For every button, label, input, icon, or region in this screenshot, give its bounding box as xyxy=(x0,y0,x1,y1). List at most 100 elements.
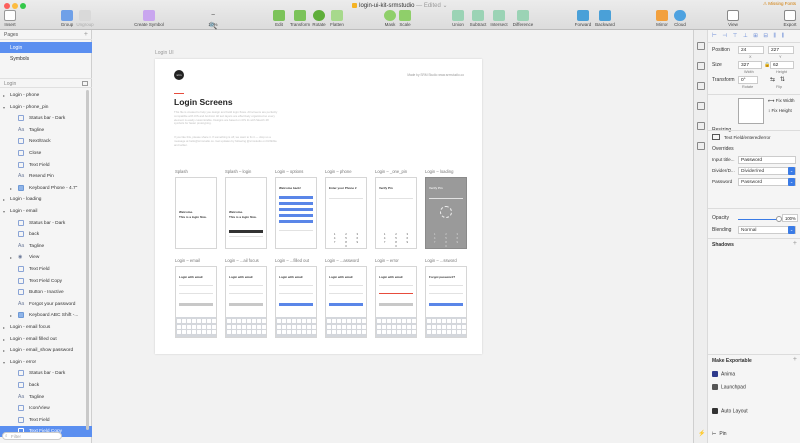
create-symbol-button[interactable]: Create Symbol xyxy=(134,10,164,27)
screen-thumbnail[interactable]: Verify Pin 1 2 3 4 5 6 7 8 9 0 xyxy=(375,177,417,249)
minimize-window-button[interactable] xyxy=(12,3,18,9)
screen-label[interactable]: Login – _one_pin xyxy=(375,169,407,174)
layer-row[interactable]: Aa Tagline xyxy=(0,241,92,252)
alignment-toolbar[interactable]: ⊢ ⊣ ⊤ ⊥ ⊞ ⊟ ⫼ ⫼ xyxy=(712,33,786,40)
layer-row[interactable]: Text Field Copy xyxy=(0,276,92,287)
input-title-field[interactable]: Password xyxy=(738,156,796,164)
screen-thumbnail[interactable]: Verify Pin 1 2 3 4 5 6 7 8 9 0 xyxy=(425,177,467,249)
resizing-constraints[interactable] xyxy=(738,98,764,124)
screen-thumbnail[interactable]: Login with email xyxy=(375,266,417,338)
screen-thumbnail[interactable]: Welcome. This is a login flow. xyxy=(225,177,267,249)
share-side-icon[interactable] xyxy=(697,142,705,150)
layer-row[interactable]: Button - Inactive xyxy=(0,287,92,298)
zoom-control[interactable]: − 🔍 +20% xyxy=(202,10,224,41)
screen-label[interactable]: Login – loading xyxy=(425,169,453,174)
layer-row[interactable]: Status bar - Dark xyxy=(0,368,92,379)
make-exportable-label[interactable]: Make Exportable xyxy=(712,358,752,364)
layer-row[interactable]: Aa Resend Pin xyxy=(0,171,92,182)
password-select[interactable]: Password ⌄ xyxy=(738,178,796,186)
layer-row[interactable]: ▸ Keyboard Phone - 4.7" xyxy=(0,183,92,194)
canvas[interactable]: Login UI srm Made by SRM Studio www.srms… xyxy=(92,30,693,443)
view-button[interactable]: View xyxy=(726,10,740,27)
layer-row[interactable]: ▾ Login - email xyxy=(0,206,92,217)
layer-row[interactable]: Close xyxy=(0,148,92,159)
add-page-icon[interactable]: + xyxy=(84,31,88,38)
layer-row[interactable]: ▸ Login - email focus xyxy=(0,322,92,333)
layer-row[interactable]: ▸ Login - loading xyxy=(0,194,92,205)
rotate-button[interactable]: Rotate xyxy=(312,10,326,27)
layer-filter-input[interactable]: ⌕ Filter xyxy=(2,432,62,440)
layer-row[interactable]: Aa Forgot your password xyxy=(0,299,92,310)
layer-row[interactable]: Aa Tagline xyxy=(0,125,92,136)
pin-row[interactable]: ⊢ Pin xyxy=(712,431,727,437)
intersect-button[interactable]: Intersect xyxy=(489,10,509,27)
disclosure-closed-icon[interactable]: ▸ xyxy=(3,197,8,202)
layer-row[interactable]: ▾ Login - phone_pin xyxy=(0,102,92,113)
screen-label[interactable]: Login – phone xyxy=(325,169,352,174)
layer-row[interactable]: Text Field xyxy=(0,415,92,426)
layer-row[interactable]: Text Field xyxy=(0,264,92,275)
screen-thumbnail[interactable]: Enter your Phone # 1 2 3 4 5 6 7 8 9 0 xyxy=(325,177,367,249)
artboard-label[interactable]: Login UI xyxy=(155,50,174,56)
group-button[interactable]: Group xyxy=(60,10,74,27)
scale-button[interactable]: Scale xyxy=(398,10,412,27)
layer-row[interactable]: Status bar - Dark xyxy=(0,113,92,124)
layer-row[interactable]: ▸ Login - email_show password xyxy=(0,345,92,356)
edit-layers-icon[interactable]: ✎ xyxy=(72,432,77,439)
screen-label[interactable]: Login – ...filled out xyxy=(275,258,309,263)
page-item-login[interactable]: Login xyxy=(0,42,92,53)
missing-fonts-warning[interactable]: ⚠ Missing Fonts xyxy=(763,1,796,7)
screen-label[interactable]: Login – ...assword xyxy=(325,258,359,263)
edit-button[interactable]: Edit xyxy=(272,10,286,27)
layer-row[interactable]: ▸ ◉ View xyxy=(0,252,92,263)
screen-thumbnail[interactable]: Login with email xyxy=(325,266,367,338)
anima-side-icon[interactable] xyxy=(697,82,705,90)
flip-horizontal-icon[interactable]: ⇆ xyxy=(770,76,775,83)
height-field[interactable]: 62 xyxy=(770,61,794,69)
forward-button[interactable]: Forward xyxy=(573,10,593,27)
screen-thumbnail[interactable]: Login with email xyxy=(275,266,317,338)
disclosure-closed-icon[interactable]: ▸ xyxy=(10,186,15,191)
flatten-button[interactable]: Flatten xyxy=(329,10,345,27)
ungroup-button[interactable]: Ungroup xyxy=(74,10,96,27)
screen-thumbnail[interactable]: Login with email xyxy=(175,266,217,338)
screen-thumbnail[interactable]: Welcome. This is a login flow. xyxy=(175,177,217,249)
blending-select[interactable]: Normal ⌄ xyxy=(738,226,796,234)
layer-row[interactable]: Icon/View xyxy=(0,403,92,414)
screen-label[interactable]: Login – email xyxy=(175,258,200,263)
disclosure-open-icon[interactable]: ▾ xyxy=(3,360,8,365)
artboard[interactable]: srm Made by SRM Studio www.srmstudio.co … xyxy=(155,59,482,354)
difference-button[interactable]: Difference xyxy=(511,10,535,27)
disclosure-open-icon[interactable]: ▾ xyxy=(3,105,8,110)
layer-row[interactable]: back xyxy=(0,380,92,391)
symbol-name[interactable]: Text Field/entered/error xyxy=(724,135,771,140)
screen-label[interactable]: Splash xyxy=(175,169,188,174)
screen-label[interactable]: Login – options xyxy=(275,169,303,174)
screen-label[interactable]: Login – error xyxy=(375,258,399,263)
position-x-field[interactable]: 24 xyxy=(738,46,764,54)
disclosure-closed-icon[interactable]: ▸ xyxy=(10,255,15,260)
screen-thumbnail[interactable]: Welcome back! xyxy=(275,177,317,249)
layers-scrollbar[interactable] xyxy=(86,90,89,430)
auto-layout-row[interactable]: Auto Layout xyxy=(712,408,748,414)
screen-label[interactable]: Login – ...ail focus xyxy=(225,258,259,263)
layer-row[interactable]: ▾ Login - error xyxy=(0,357,92,368)
screen-thumbnail[interactable]: Forgot password? xyxy=(425,266,467,338)
layers-options-icon[interactable] xyxy=(82,81,88,86)
fix-height-toggle[interactable]: ↕ Fix Height xyxy=(768,108,792,113)
screen-thumbnail[interactable]: Login with email xyxy=(225,266,267,338)
anima-row[interactable]: Anima xyxy=(712,371,735,377)
flip-vertical-icon[interactable]: ⇅ xyxy=(780,76,785,83)
export-button[interactable]: Export xyxy=(782,10,798,27)
disclosure-closed-icon[interactable]: ▸ xyxy=(10,313,15,318)
layer-row[interactable]: Aa Tagline xyxy=(0,392,92,403)
layer-row[interactable]: ▸ Login - phone xyxy=(0,90,92,101)
layer-row[interactable]: Status bar - Dark xyxy=(0,218,92,229)
fix-width-toggle[interactable]: ⟷ Fix Width xyxy=(768,98,794,104)
subtract-button[interactable]: Subtract xyxy=(468,10,488,27)
disclosure-closed-icon[interactable]: ▸ xyxy=(3,325,8,330)
layer-row[interactable]: Text Field xyxy=(0,160,92,171)
add-export-icon[interactable]: + xyxy=(793,356,797,363)
transform-button[interactable]: Transform xyxy=(289,10,311,27)
disclosure-closed-icon[interactable]: ▸ xyxy=(3,348,8,353)
